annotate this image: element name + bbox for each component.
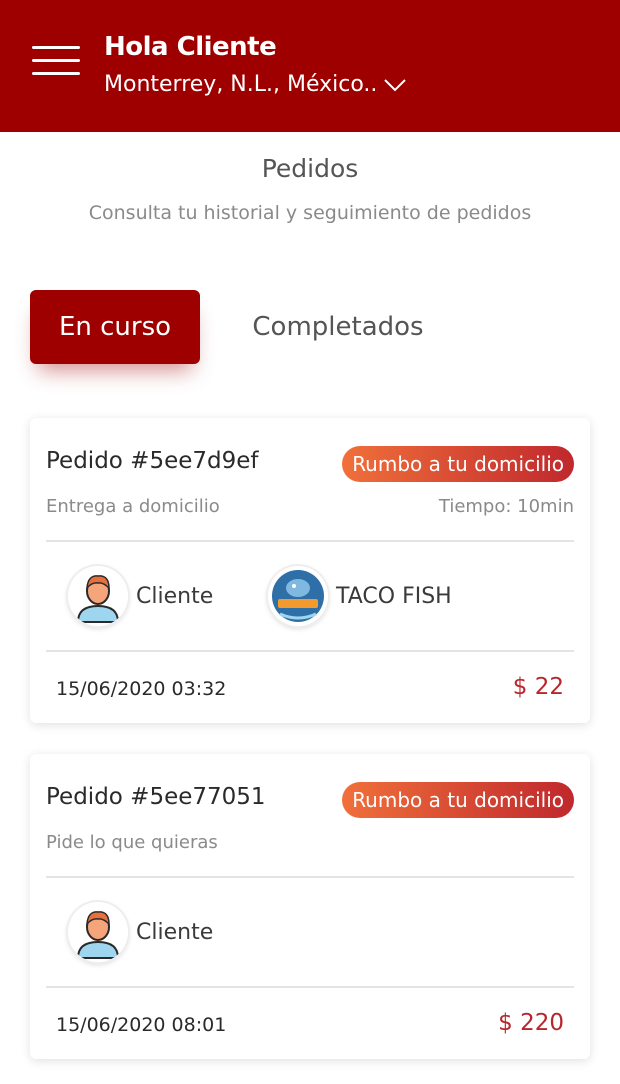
user-avatar-icon [68, 566, 128, 626]
user-avatar-icon [68, 902, 128, 962]
tab-completados[interactable]: Completados [228, 290, 448, 364]
order-price: $ 220 [498, 1010, 564, 1036]
order-id: Pedido #5ee77051 [46, 784, 266, 810]
order-type: Pide lo que quieras [46, 832, 218, 853]
app-header: Hola Cliente Monterrey, N.L., México.. [0, 0, 620, 132]
restaurant-name: TACO FISH [336, 583, 452, 609]
divider [46, 986, 574, 988]
taco-fish-logo [268, 566, 328, 626]
customer-info: Cliente [68, 900, 213, 964]
greeting-text: Hola Cliente [104, 32, 277, 62]
location-label: Monterrey, N.L., México.. [104, 72, 378, 97]
page-title: Pedidos [261, 154, 359, 183]
order-price: $ 22 [512, 674, 564, 700]
status-badge: Rumbo a tu domicilio [342, 782, 574, 818]
customer-name: Cliente [136, 919, 214, 945]
status-badge: Rumbo a tu domicilio [342, 446, 574, 482]
order-card[interactable]: Pedido #5ee77051 Rumbo a tu domicilio Pi… [30, 754, 590, 1059]
order-type: Entrega a domicilio [46, 496, 220, 517]
hamburger-menu-icon[interactable] [32, 46, 80, 76]
page-subtitle: Consulta tu historial y seguimiento de p… [88, 202, 532, 224]
restaurant-info: TACO FISH [268, 564, 452, 628]
order-date: 15/06/2020 08:01 [56, 1014, 227, 1036]
customer-name: Cliente [136, 583, 214, 609]
chevron-down-icon [384, 79, 407, 92]
order-time: Tiempo: 10min [438, 496, 574, 517]
divider [46, 650, 574, 652]
location-selector[interactable]: Monterrey, N.L., México.. [104, 72, 407, 97]
customer-info: Cliente [68, 564, 213, 628]
tab-en-curso[interactable]: En curso [30, 290, 200, 364]
order-card[interactable]: Pedido #5ee7d9ef Rumbo a tu domicilio En… [30, 418, 590, 723]
order-id: Pedido #5ee7d9ef [46, 448, 259, 474]
order-date: 15/06/2020 03:32 [56, 678, 227, 700]
divider [46, 540, 574, 542]
divider [46, 876, 574, 878]
